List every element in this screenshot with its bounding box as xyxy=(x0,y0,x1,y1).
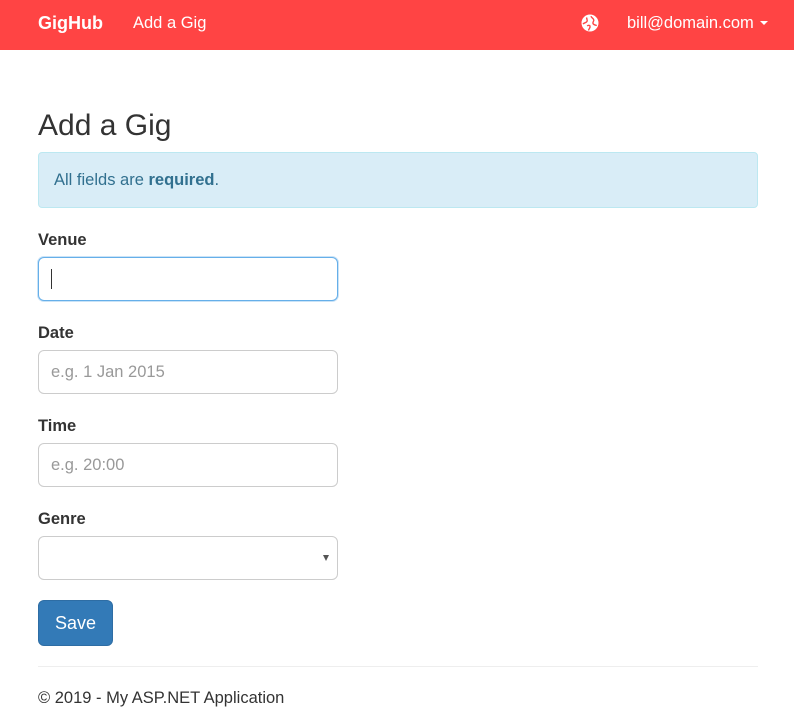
time-input[interactable] xyxy=(38,443,338,487)
date-input[interactable] xyxy=(38,350,338,394)
footer-divider xyxy=(38,666,758,667)
genre-select[interactable] xyxy=(38,536,338,580)
globe-icon[interactable] xyxy=(581,14,599,32)
navbar: GigHub Add a Gig bill@domain.com xyxy=(0,0,794,50)
page-title: Add a Gig xyxy=(38,109,172,142)
nav-link-add-gig[interactable]: Add a Gig xyxy=(133,13,206,33)
venue-label: Venue xyxy=(38,231,87,249)
footer-text: © 2019 - My ASP.NET Application xyxy=(38,689,285,707)
dropdown-arrow-icon xyxy=(323,555,329,561)
venue-input[interactable] xyxy=(38,257,338,301)
text-cursor xyxy=(51,269,52,289)
date-label: Date xyxy=(38,324,74,342)
save-button[interactable]: Save xyxy=(38,600,113,646)
user-email: bill@domain.com xyxy=(627,14,754,32)
genre-label: Genre xyxy=(38,510,86,528)
caret-down-icon xyxy=(759,20,768,25)
alert-text-prefix: All fields are xyxy=(54,171,149,189)
info-alert: All fields are required. xyxy=(38,152,758,208)
alert-text-suffix: . xyxy=(214,171,220,189)
brand-link[interactable]: GigHub xyxy=(38,13,103,33)
alert-text-emphasis: required xyxy=(148,171,215,189)
time-label: Time xyxy=(38,417,77,435)
user-menu-dropdown[interactable]: bill@domain.com xyxy=(627,13,768,33)
